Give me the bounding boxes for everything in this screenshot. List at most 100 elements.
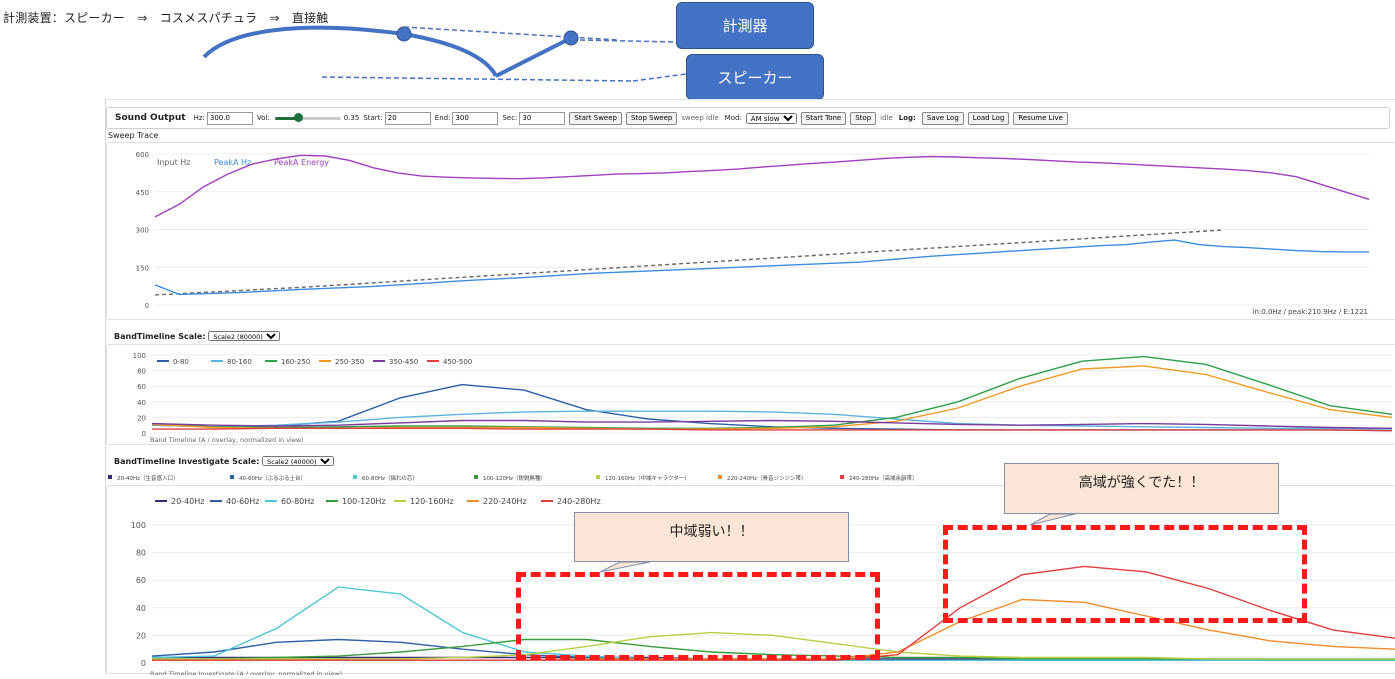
legend-label: 0-80 xyxy=(173,358,189,366)
volume-slider[interactable] xyxy=(274,113,341,123)
top-legend-swatch xyxy=(474,475,478,479)
legend-label: Input Hz xyxy=(157,158,190,167)
load-log-button[interactable]: Load Log xyxy=(967,111,1010,125)
band-timeline-title: BandTimeline Scale: Scale2 (80000) xyxy=(114,331,281,341)
top-legend-swatch xyxy=(230,475,234,479)
top-legend-label: 20-40Hz（生音感入口） xyxy=(117,474,179,482)
high-strong-annotation: 高域が強くでた！！ xyxy=(1004,463,1279,514)
sec-input[interactable] xyxy=(519,111,566,125)
legend-label: 60-80Hz xyxy=(281,497,314,506)
y-tick-label: 100 xyxy=(133,352,146,360)
y-tick-label: 80 xyxy=(136,549,146,558)
toolbar-title: Sound Output xyxy=(115,113,186,123)
investigate-title: BandTimeline Investigate Scale: Scale2 (… xyxy=(114,456,335,466)
vol-label: Vol: xyxy=(256,114,270,122)
mid-weak-annotation: 中域弱い！！ xyxy=(574,512,849,562)
setup-diagram xyxy=(202,25,687,82)
top-legend-swatch xyxy=(596,475,600,479)
band-scale-select[interactable]: Scale2 (80000) xyxy=(208,331,281,341)
mid-range-highlight xyxy=(516,572,880,660)
high-range-highlight xyxy=(943,525,1307,623)
top-legend-label: 240-280Hz（高域余韻帯） xyxy=(849,474,918,482)
sweep-trace-title: Sweep Trace xyxy=(108,131,159,140)
log-label: Log: xyxy=(898,114,916,122)
start-label: Start: xyxy=(363,114,383,122)
y-tick-label: 450 xyxy=(136,189,149,197)
end-input[interactable] xyxy=(452,111,499,125)
legend-label: 40-60Hz xyxy=(226,497,259,506)
start-input[interactable] xyxy=(384,111,431,125)
legend-label: 160-250 xyxy=(281,358,310,366)
legend-label: 120-160Hz xyxy=(410,497,454,506)
top-legend-swatch xyxy=(840,475,844,479)
legend-label: 100-120Hz xyxy=(342,497,386,506)
y-tick-label: 20 xyxy=(137,414,146,422)
mod-select[interactable]: AM slow xyxy=(745,112,797,124)
band-timeline-label: BandTimeline Scale: xyxy=(114,332,206,341)
hz-input[interactable] xyxy=(206,111,253,125)
end-label: End: xyxy=(434,114,451,122)
spatula-curve xyxy=(202,25,498,78)
legend-label: PeakA Energy xyxy=(274,158,329,167)
volume-slider-handle[interactable] xyxy=(293,113,303,122)
sweep-trace-panel: 0 150 300 450 600 Input Hz PeakA Hz PeakA Energ… xyxy=(106,142,1395,320)
top-legend-swatch xyxy=(353,475,357,479)
legend-label: 220-240Hz xyxy=(483,497,527,506)
y-tick-label: 100 xyxy=(131,521,146,530)
y-tick-label: 300 xyxy=(136,227,149,235)
y-tick-label: 0 xyxy=(141,659,146,668)
top-legend-label: 120-160Hz（中域キャラクター） xyxy=(605,474,690,482)
y-tick-label: 60 xyxy=(137,383,146,391)
legend-label: 250-350 xyxy=(335,358,364,366)
legend-label: 240-280Hz xyxy=(557,497,601,506)
legend-label: 20-40Hz xyxy=(171,497,204,506)
sound-output-toolbar: Sound Output Hz: Vol: 0.35 Start: End: S… xyxy=(106,107,1390,129)
top-legend-label: 220-240Hz（骨音ジンジン帯） xyxy=(727,474,807,482)
y-tick-label: 40 xyxy=(137,399,146,407)
start-sweep-button[interactable]: Start Sweep xyxy=(569,111,622,125)
sweep-status: sweep idle xyxy=(681,114,719,122)
y-tick-label: 40 xyxy=(136,604,146,613)
save-log-button[interactable]: Save Log xyxy=(921,111,964,125)
band-timeline-footer: Band Timeline (A / overlay, normalized i… xyxy=(150,436,304,444)
hz-label: Hz: xyxy=(193,114,205,122)
y-tick-label: 60 xyxy=(136,576,146,585)
y-tick-label: 80 xyxy=(137,368,146,376)
tone-status: idle xyxy=(880,114,893,122)
vol-value: 0.35 xyxy=(343,114,360,122)
legend-label: 80-160 xyxy=(227,358,252,366)
top-legend-swatch xyxy=(718,475,722,479)
sweep-trace-chart: 0 150 300 450 600 Input Hz PeakA Hz PeakA Energ… xyxy=(136,151,1370,310)
series-line-peaka-energy xyxy=(154,154,1370,218)
series-line-250-350 xyxy=(151,365,1393,430)
contact-point xyxy=(396,26,412,42)
y-tick-label: 150 xyxy=(136,264,149,272)
y-tick-label: 0 xyxy=(145,302,149,310)
investigate-label: BandTimeline Investigate Scale: xyxy=(114,457,260,466)
legend-label: 450-500 xyxy=(443,358,472,366)
speaker-callout: スピーカー xyxy=(686,54,824,100)
stop-tone-button[interactable]: Stop xyxy=(850,111,877,125)
y-tick-label: 0 xyxy=(142,430,146,438)
top-legend-label: 100-120Hz（鋭鋭無種） xyxy=(483,474,546,482)
start-tone-button[interactable]: Start Tone xyxy=(800,111,847,125)
top-legend-swatch xyxy=(108,475,112,479)
sensor-leader-line xyxy=(403,26,619,41)
band-timeline-chart: 0 20 40 60 80 100 0-80 80-160 160-250 250-350 350-… xyxy=(133,352,1393,444)
legend-label: PeakA Hz xyxy=(214,158,251,167)
top-legend-label: 60-80Hz（揺れの芯） xyxy=(362,474,418,482)
stop-sweep-button[interactable]: Stop Sweep xyxy=(625,111,678,125)
legend-label: 350-450 xyxy=(389,358,418,366)
sensor-callout: 計測器 xyxy=(676,2,814,49)
investigate-scale-select[interactable]: Scale2 (40000) xyxy=(262,456,335,466)
mod-label: Mod: xyxy=(724,114,742,122)
series-line-input-hz xyxy=(154,229,1224,296)
band-timeline-panel: 0 20 40 60 80 100 0-80 80-160 160-250 250-350 350-… xyxy=(106,344,1395,445)
sweep-status-readout: in:0.0Hz / peak:210.9Hz / E:1221 xyxy=(1252,308,1368,316)
sec-label: Sec: xyxy=(502,114,518,122)
sensor-leader-line xyxy=(579,39,677,43)
spatula-arm xyxy=(495,36,572,78)
resume-live-button[interactable]: Resume Live xyxy=(1013,111,1068,125)
y-tick-label: 20 xyxy=(136,631,146,640)
y-tick-label: 600 xyxy=(136,151,149,159)
